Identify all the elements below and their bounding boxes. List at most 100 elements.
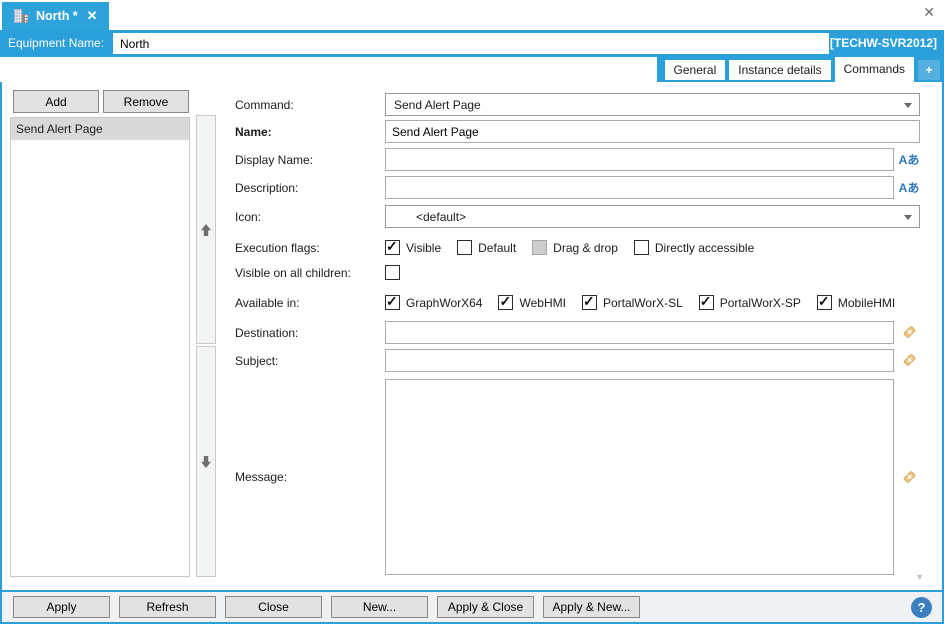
- description-label: Description:: [235, 181, 385, 195]
- document-tab-north[interactable]: North * ✕: [2, 2, 109, 30]
- move-up-button[interactable]: [196, 115, 216, 344]
- checkbox-box[interactable]: [634, 240, 649, 255]
- destination-input[interactable]: [385, 321, 894, 344]
- checkbox-box[interactable]: [385, 295, 400, 310]
- nav-tabs-bar: General Instance details Commands +: [657, 57, 944, 82]
- checkbox-box[interactable]: [385, 265, 400, 280]
- command-list[interactable]: Send Alert Page: [10, 117, 190, 577]
- equipment-name-label: Equipment Name:: [8, 36, 104, 50]
- equipment-icon: [13, 8, 29, 24]
- document-tab-close-icon[interactable]: ✕: [87, 8, 98, 24]
- remove-button[interactable]: Remove: [103, 90, 189, 113]
- checkbox-portalworx-sp[interactable]: PortalWorX-SP: [699, 295, 801, 310]
- display-name-input[interactable]: [385, 148, 894, 171]
- checkbox-box[interactable]: [457, 240, 472, 255]
- command-row: Command: Send Alert Page: [235, 93, 920, 116]
- refresh-button[interactable]: Refresh: [119, 596, 216, 618]
- reorder-column: [196, 115, 216, 577]
- display-name-row: Display Name: Aあ: [235, 148, 920, 171]
- destination-row: Destination:: [235, 321, 920, 344]
- visible-on-all-children-row: Visible on all children:: [235, 265, 920, 280]
- checkbox-label: Directly accessible: [655, 241, 754, 255]
- icon-label: Icon:: [235, 210, 385, 224]
- checkbox-box[interactable]: [699, 295, 714, 310]
- description-input[interactable]: [385, 176, 894, 199]
- help-icon[interactable]: ?: [911, 597, 932, 618]
- checkbox-default[interactable]: Default: [457, 240, 516, 255]
- tab-add-plus[interactable]: +: [918, 60, 940, 80]
- apply-button[interactable]: Apply: [13, 596, 110, 618]
- icon-select[interactable]: <default>: [385, 205, 920, 228]
- tag-browse-icon[interactable]: [898, 353, 920, 368]
- localize-icon[interactable]: Aあ: [898, 179, 920, 196]
- name-label: Name:: [235, 125, 385, 139]
- checkbox-box[interactable]: [817, 295, 832, 310]
- message-textarea[interactable]: [385, 379, 894, 575]
- available-in-row: Available in: GraphWorX64 WebHMI PortalW…: [235, 295, 920, 310]
- document-tab-title: North *: [36, 9, 78, 23]
- document-tab-strip: North * ✕ ✕: [0, 0, 944, 30]
- equipment-editor-window: North * ✕ ✕ Equipment Name: [TECHW-SVR20…: [0, 0, 944, 631]
- checkbox-portalworx-sl[interactable]: PortalWorX-SL: [582, 295, 683, 310]
- arrow-down-icon: [200, 455, 212, 469]
- checkbox-label: MobileHMI: [838, 296, 895, 310]
- name-row: Name:: [235, 120, 920, 143]
- checkbox-webhmi[interactable]: WebHMI: [498, 295, 565, 310]
- localize-icon[interactable]: Aあ: [898, 151, 920, 168]
- tab-general[interactable]: General: [665, 60, 726, 80]
- new-button[interactable]: New...: [331, 596, 428, 618]
- equipment-name-bar: Equipment Name: [TECHW-SVR2012]: [0, 30, 944, 57]
- tab-commands[interactable]: Commands: [835, 57, 914, 82]
- checkbox-drag-and-drop[interactable]: Drag & drop: [532, 240, 618, 255]
- description-row: Description: Aあ: [235, 176, 920, 199]
- checkbox-label: PortalWorX-SL: [603, 296, 683, 310]
- checkbox-label: WebHMI: [519, 296, 565, 310]
- commands-panel: Add Remove Send Alert Page Command:: [0, 82, 944, 590]
- checkbox-mobilehmi[interactable]: MobileHMI: [817, 295, 895, 310]
- list-item-send-alert-page[interactable]: Send Alert Page: [11, 118, 189, 140]
- window-close-icon[interactable]: ✕: [923, 5, 935, 19]
- apply-and-close-button[interactable]: Apply & Close: [437, 596, 534, 618]
- subject-input[interactable]: [385, 349, 894, 372]
- server-badge: [TECHW-SVR2012]: [830, 36, 937, 50]
- checkbox-box[interactable]: [385, 240, 400, 255]
- checkbox-label: GraphWorX64: [406, 296, 482, 310]
- destination-label: Destination:: [235, 326, 385, 340]
- equipment-name-input[interactable]: [113, 33, 829, 54]
- checkbox-directly-accessible[interactable]: Directly accessible: [634, 240, 754, 255]
- apply-and-new-button[interactable]: Apply & New...: [543, 596, 640, 618]
- subject-row: Subject:: [235, 349, 920, 372]
- checkbox-visible-on-all-children[interactable]: [385, 265, 400, 280]
- tag-browse-icon[interactable]: [898, 470, 920, 485]
- footer-bar: Apply Refresh Close New... Apply & Close…: [0, 590, 944, 624]
- icon-select-value: <default>: [416, 210, 466, 224]
- checkbox-graphworx64[interactable]: GraphWorX64: [385, 295, 482, 310]
- checkbox-box[interactable]: [532, 240, 547, 255]
- command-form: Command: Send Alert Page Name: Display N…: [235, 93, 920, 575]
- chevron-down-icon: [904, 103, 912, 112]
- arrow-up-icon: [200, 223, 212, 237]
- tab-instance-details[interactable]: Instance details: [729, 60, 830, 80]
- checkbox-label: PortalWorX-SP: [720, 296, 801, 310]
- checkbox-box[interactable]: [498, 295, 513, 310]
- execution-flags-row: Execution flags: Visible Default Drag & …: [235, 240, 920, 255]
- command-select[interactable]: Send Alert Page: [385, 93, 920, 116]
- chevron-down-icon: [904, 215, 912, 224]
- command-select-value: Send Alert Page: [394, 98, 481, 112]
- move-down-button[interactable]: [196, 346, 216, 577]
- checkbox-label: Drag & drop: [553, 241, 618, 255]
- checkbox-visible[interactable]: Visible: [385, 240, 441, 255]
- tag-browse-icon[interactable]: [898, 325, 920, 340]
- visible-on-all-children-label: Visible on all children:: [235, 266, 385, 280]
- name-input[interactable]: [385, 120, 920, 143]
- subject-label: Subject:: [235, 354, 385, 368]
- add-button[interactable]: Add: [13, 90, 99, 113]
- display-name-label: Display Name:: [235, 153, 385, 167]
- checkbox-box[interactable]: [582, 295, 597, 310]
- message-label: Message:: [235, 470, 385, 484]
- message-row: Message:: [235, 379, 920, 575]
- close-button[interactable]: Close: [225, 596, 322, 618]
- scroll-down-icon[interactable]: ▼: [915, 572, 924, 582]
- command-label: Command:: [235, 98, 385, 112]
- available-in-label: Available in:: [235, 296, 385, 310]
